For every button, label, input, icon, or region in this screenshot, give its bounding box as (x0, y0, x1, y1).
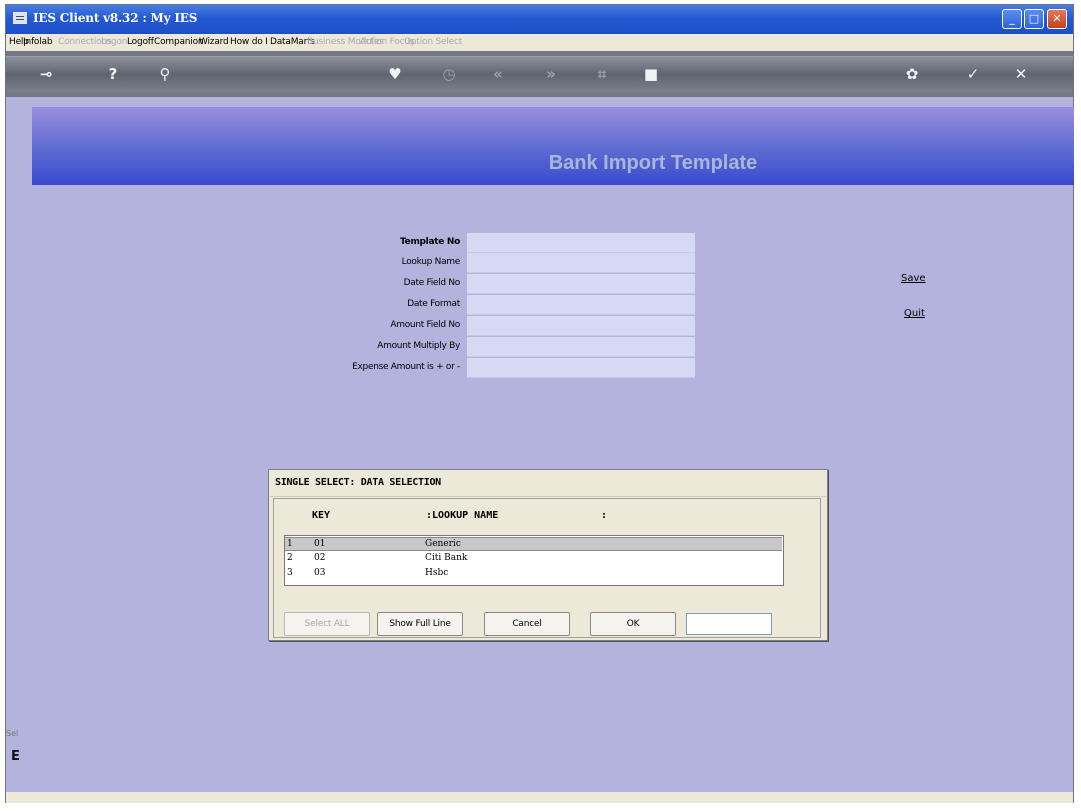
selection-list[interactable]: 1 01 Generic 2 02 Citi Bank 3 03 Hsbc (284, 535, 784, 586)
data-selection-dialog: SINGLE SELECT: DATA SELECTION KEY :LOOKU… (268, 469, 828, 641)
app-window: IES Client v8.32 : My IES _ □ ✕ Help Info… (5, 4, 1074, 803)
menu-item-infolab[interactable]: Infolab (23, 37, 53, 47)
list-item-key: 02 (314, 553, 326, 563)
list-item-name: Generic (425, 539, 461, 549)
search-icon[interactable]: ⚲ (154, 66, 176, 82)
column-header-extra: : (601, 510, 608, 521)
forward-icon[interactable]: » (540, 66, 562, 82)
stop-icon[interactable]: ■ (640, 66, 662, 82)
ok-button[interactable]: OK (590, 612, 676, 636)
cancel-button[interactable]: Cancel (484, 612, 570, 636)
page-banner: Bank Import Template (32, 107, 1074, 185)
close-window-button[interactable]: ✕ (1047, 9, 1067, 29)
check-icon[interactable]: ✓ (962, 66, 984, 82)
rewind-icon[interactable]: « (487, 66, 509, 82)
field-label: Amount Multiply By (377, 341, 460, 351)
selection-input[interactable] (686, 613, 772, 635)
menu-item-option-select[interactable]: Option Select (404, 37, 462, 47)
side-label: Sel (6, 729, 19, 738)
field-label: Expense Amount is + or - (352, 362, 460, 372)
menu-item-how-do-i[interactable]: How do I (230, 37, 268, 47)
save-link[interactable]: Save (901, 273, 926, 284)
list-item-num: 1 (287, 539, 293, 549)
list-item-name: Hsbc (425, 568, 449, 578)
field-input-template-no[interactable] (467, 233, 695, 253)
settings-icon[interactable]: ✿ (901, 66, 923, 82)
field-input-date-field-no[interactable] (467, 274, 695, 294)
field-input-date-format[interactable] (467, 295, 695, 315)
minimize-button[interactable]: _ (1002, 9, 1022, 29)
column-header-key: KEY (312, 510, 331, 521)
toolbar: ⊸? ⚲ ♥ ◷ « » ⌗ ■ ✿ ✓ ✕ (6, 51, 1073, 97)
quit-link[interactable]: Quit (904, 308, 925, 319)
status-bar (6, 792, 1073, 803)
list-item[interactable]: 1 01 Generic (285, 537, 782, 551)
list-item-key: 03 (314, 568, 326, 578)
list-item-num: 2 (287, 553, 293, 563)
field-label: Date Format (407, 299, 460, 309)
key-icon[interactable]: ⊸ (35, 66, 57, 82)
field-input-lookup-name[interactable] (467, 253, 695, 273)
help-icon[interactable]: ? (102, 66, 124, 82)
screen: IES Client v8.32 : My IES _ □ ✕ Help Info… (0, 0, 1081, 811)
dialog-body: KEY :LOOKUP NAME : 1 01 Generic 2 02 Citi Ban… (273, 498, 821, 638)
field-label: Amount Field No (390, 320, 460, 330)
list-item[interactable]: 2 02 Citi Bank (285, 552, 782, 566)
close-icon[interactable]: ✕ (1010, 66, 1032, 82)
show-full-line-button[interactable]: Show Full Line (377, 612, 463, 636)
menu-item-logon[interactable]: Logon (101, 37, 127, 47)
column-header-lookup-name: :LOOKUP NAME (426, 510, 499, 521)
maximize-button[interactable]: □ (1024, 9, 1044, 29)
dialog-title-bar[interactable]: SINGLE SELECT: DATA SELECTION (270, 471, 826, 497)
field-label: Date Field No (403, 278, 461, 288)
main-content: Bank Import Template Template No Lookup N… (6, 97, 1074, 802)
menu-item-wizard[interactable]: Wizard (199, 37, 229, 47)
window-title: IES Client v8.32 : My IES (33, 11, 198, 25)
dialog-title: SINGLE SELECT: DATA SELECTION (275, 477, 441, 488)
side-label-2: E (11, 749, 20, 764)
select-all-button[interactable]: Select ALL (284, 612, 370, 636)
list-item-key: 01 (314, 539, 326, 549)
list-item-num: 3 (287, 568, 293, 578)
heart-icon[interactable]: ♥ (384, 66, 406, 82)
menu-bar: Help Infolab Connections Logon Logoff Compani… (6, 34, 1073, 51)
field-input-amount-field-no[interactable] (467, 316, 695, 336)
field-label: Template No (400, 237, 460, 247)
field-input-expense-amount-is-or-[interactable] (467, 358, 695, 378)
menu-item-companion[interactable]: Companion (154, 37, 204, 47)
list-item[interactable]: 3 03 Hsbc (285, 567, 782, 581)
field-input-amount-multiply-by[interactable] (467, 337, 695, 357)
toolbar-band: ⊸? ⚲ ♥ ◷ « » ⌗ ■ ✿ ✓ ✕ (6, 56, 1073, 92)
field-label: Lookup Name (401, 257, 461, 267)
list-item-name: Citi Bank (425, 553, 468, 563)
menu-item-logoff[interactable]: Logoff (127, 37, 154, 47)
history-icon[interactable]: ◷ (438, 66, 460, 82)
app-icon (13, 12, 27, 24)
title-bar[interactable]: IES Client v8.32 : My IES _ □ ✕ (6, 5, 1073, 34)
tree-icon[interactable]: ⌗ (591, 66, 613, 82)
page-title: Bank Import Template (548, 152, 758, 174)
